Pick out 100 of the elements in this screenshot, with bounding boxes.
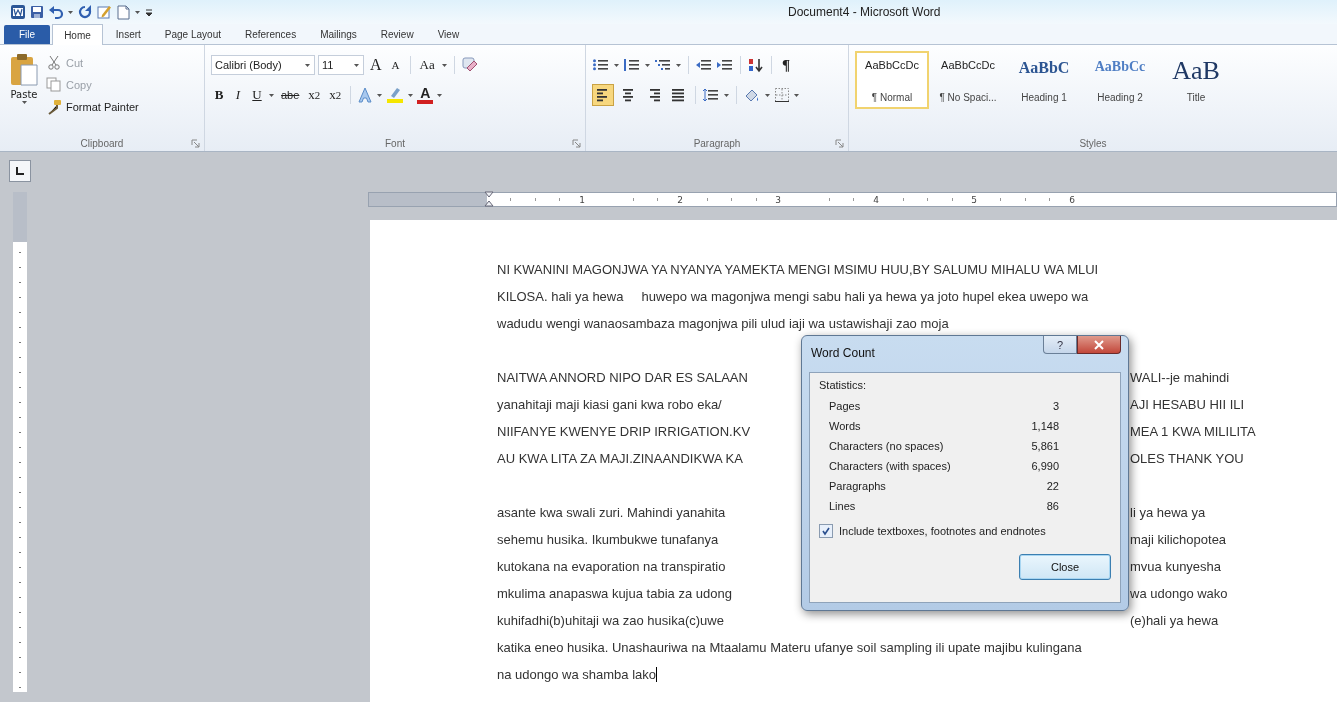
document-text: (e)hali ya hewa (1130, 612, 1219, 630)
dialog-launcher-icon[interactable] (191, 139, 200, 148)
stat-label: Lines (829, 499, 857, 514)
document-text: NAITWA ANNORD NIPO DAR ES SALAAN (497, 369, 748, 387)
text-effects-icon[interactable] (357, 86, 374, 104)
caret-icon[interactable] (440, 61, 448, 69)
caret-icon[interactable] (407, 91, 415, 99)
document-text: yanahitaji maji kiasi gani kwa robo eka/ (497, 396, 722, 414)
document-text: wadudu wengi wanaosambaza magonjwa pili ulud iaji wa ustawishaji zao moja (497, 316, 949, 331)
window-title: Document4 - Microsoft Word (788, 5, 941, 19)
document-text: na udongo wa shamba lako (497, 667, 657, 682)
dialog-launcher-icon[interactable] (572, 139, 581, 148)
ribbon-tab[interactable]: View (426, 25, 471, 44)
document-text: OLES THANK YOU (1130, 450, 1244, 468)
caret-icon[interactable] (764, 91, 771, 99)
checkbox-label: Include textboxes, footnotes and endnotes (839, 525, 1046, 537)
checkbox[interactable] (819, 524, 833, 538)
caret-icon[interactable] (67, 8, 74, 16)
document-text: kutokana na evaporation na transpiratio (497, 558, 726, 576)
italic-button[interactable]: I (230, 85, 246, 105)
font-size-field[interactable]: 11 (318, 55, 364, 75)
stat-label: Characters (no spaces) (829, 439, 945, 454)
caret-icon[interactable] (793, 91, 800, 99)
caret-icon[interactable] (675, 61, 682, 69)
style-gallery-item[interactable]: AaBbCcDc ¶ Normal (855, 51, 929, 109)
document-text: mkulima anapaswa kujua tabia za udong (497, 585, 732, 603)
stat-value: 22 (1045, 479, 1059, 494)
caret-icon[interactable] (644, 61, 651, 69)
underline-button[interactable]: U (249, 85, 265, 105)
help-button[interactable]: ? (1043, 336, 1077, 354)
dialog-launcher-icon[interactable] (835, 139, 844, 148)
font-group-label: Font (385, 137, 405, 149)
show-formatting-button[interactable]: ¶ (778, 55, 794, 75)
stat-value: 6,990 (1030, 459, 1059, 474)
caret-icon[interactable] (376, 91, 384, 99)
stat-label: Words (829, 419, 862, 434)
stat-value: 3 (1051, 399, 1059, 414)
ribbon-tab[interactable]: Mailings (309, 25, 368, 44)
cut-icon (46, 54, 62, 71)
align-left-button[interactable] (592, 84, 614, 106)
style-gallery-item[interactable]: AaBbCcDc ¶ No Spaci... (931, 51, 1005, 109)
stat-label: Paragraphs (829, 479, 887, 494)
document-text: li ya hewa ya (1130, 504, 1206, 522)
shading-icon[interactable] (743, 87, 761, 103)
numbering-icon[interactable] (623, 57, 641, 73)
grow-font-button[interactable]: A (367, 55, 385, 75)
line-spacing-icon[interactable] (702, 87, 720, 103)
document-text: AJI HESABU HII ILI (1130, 396, 1245, 414)
ruler-number: 1 (577, 194, 585, 205)
change-case-button[interactable]: Aa (416, 55, 438, 75)
save-icon[interactable] (29, 4, 45, 20)
ribbon-tab[interactable]: Home (52, 24, 103, 45)
document-text: mvua kunyesha (1130, 558, 1222, 576)
style-gallery-item[interactable]: AaBbC Heading 1 (1007, 51, 1081, 109)
document-text: MEA 1 KWA MILILITA (1130, 423, 1256, 441)
caret-icon (304, 61, 311, 69)
close-icon (1094, 339, 1104, 350)
ribbon-tab[interactable]: Page Layout (153, 25, 232, 44)
font-color-button[interactable]: A (417, 86, 434, 104)
sort-icon[interactable] (747, 57, 765, 73)
caret-icon[interactable] (134, 8, 141, 16)
document-icon[interactable] (115, 4, 131, 20)
clipboard-group-label: Clipboard (80, 137, 124, 149)
document-text: asante kwa swali zuri. Mahindi yanahita (497, 504, 726, 522)
clear-formatting-icon[interactable] (460, 56, 479, 74)
indent-marker-icon[interactable] (484, 191, 494, 207)
file-tab[interactable]: File (4, 25, 51, 44)
caret-icon[interactable] (723, 91, 730, 99)
style-gallery-item[interactable]: AaB Title (1159, 51, 1233, 109)
font-name-field[interactable]: Calibri (Body) (211, 55, 315, 75)
caret-icon[interactable] (436, 91, 444, 99)
ruler-number: 2 (675, 194, 683, 205)
center-icon (620, 87, 636, 103)
app-icon[interactable] (10, 4, 26, 20)
close-button[interactable] (1077, 336, 1121, 354)
copy-icon (46, 76, 62, 93)
paste-button[interactable]: Paste (6, 51, 42, 135)
ribbon-tab[interactable]: Review (369, 25, 425, 44)
redo-icon[interactable] (77, 4, 93, 20)
borders-icon[interactable] (774, 87, 790, 103)
multilevel-list-icon[interactable] (654, 57, 672, 73)
caret-icon[interactable] (268, 91, 275, 99)
decrease-indent-icon[interactable] (695, 57, 713, 73)
undo-icon[interactable] (48, 4, 64, 20)
style-gallery-item[interactable]: AaBbCc Heading 2 (1083, 51, 1157, 109)
ribbon-tab[interactable]: References (234, 25, 308, 44)
document-text: NIIFANYE KWENYE DRIP IRRIGATION.KV (497, 423, 751, 441)
tab-selector-icon[interactable] (9, 160, 31, 182)
strikethrough-button[interactable]: abe (278, 85, 303, 105)
format-painter-button[interactable]: Format Painter (46, 97, 139, 116)
ribbon-tab[interactable]: Insert (104, 25, 152, 44)
bold-button[interactable]: B (211, 85, 227, 105)
clipboard-icon (9, 53, 39, 87)
close-button[interactable]: Close (1019, 554, 1111, 580)
shrink-font-button[interactable]: A (387, 55, 404, 75)
caret-icon[interactable] (613, 61, 620, 69)
bullets-icon[interactable] (592, 57, 610, 73)
stat-label: Characters (with spaces) (829, 459, 952, 474)
increase-indent-icon[interactable] (716, 57, 734, 73)
ruler-number: 5 (969, 194, 977, 205)
